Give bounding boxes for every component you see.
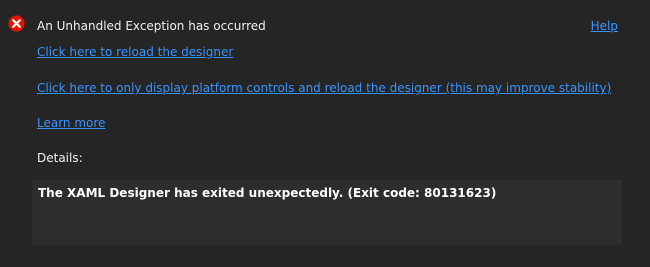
learn-more-link[interactable]: Learn more: [37, 115, 105, 131]
platform-controls-reload-link[interactable]: Click here to only display platform cont…: [37, 80, 611, 96]
error-x-icon: [8, 15, 25, 32]
exception-title: An Unhandled Exception has occurred: [37, 19, 266, 33]
details-box: The XAML Designer has exited unexpectedl…: [32, 180, 622, 245]
help-link[interactable]: Help: [591, 18, 618, 34]
details-label: Details:: [37, 151, 83, 165]
exception-panel: An Unhandled Exception has occurred Help…: [0, 0, 650, 267]
reload-designer-link[interactable]: Click here to reload the designer: [37, 44, 233, 60]
details-message: The XAML Designer has exited unexpectedl…: [38, 186, 497, 200]
